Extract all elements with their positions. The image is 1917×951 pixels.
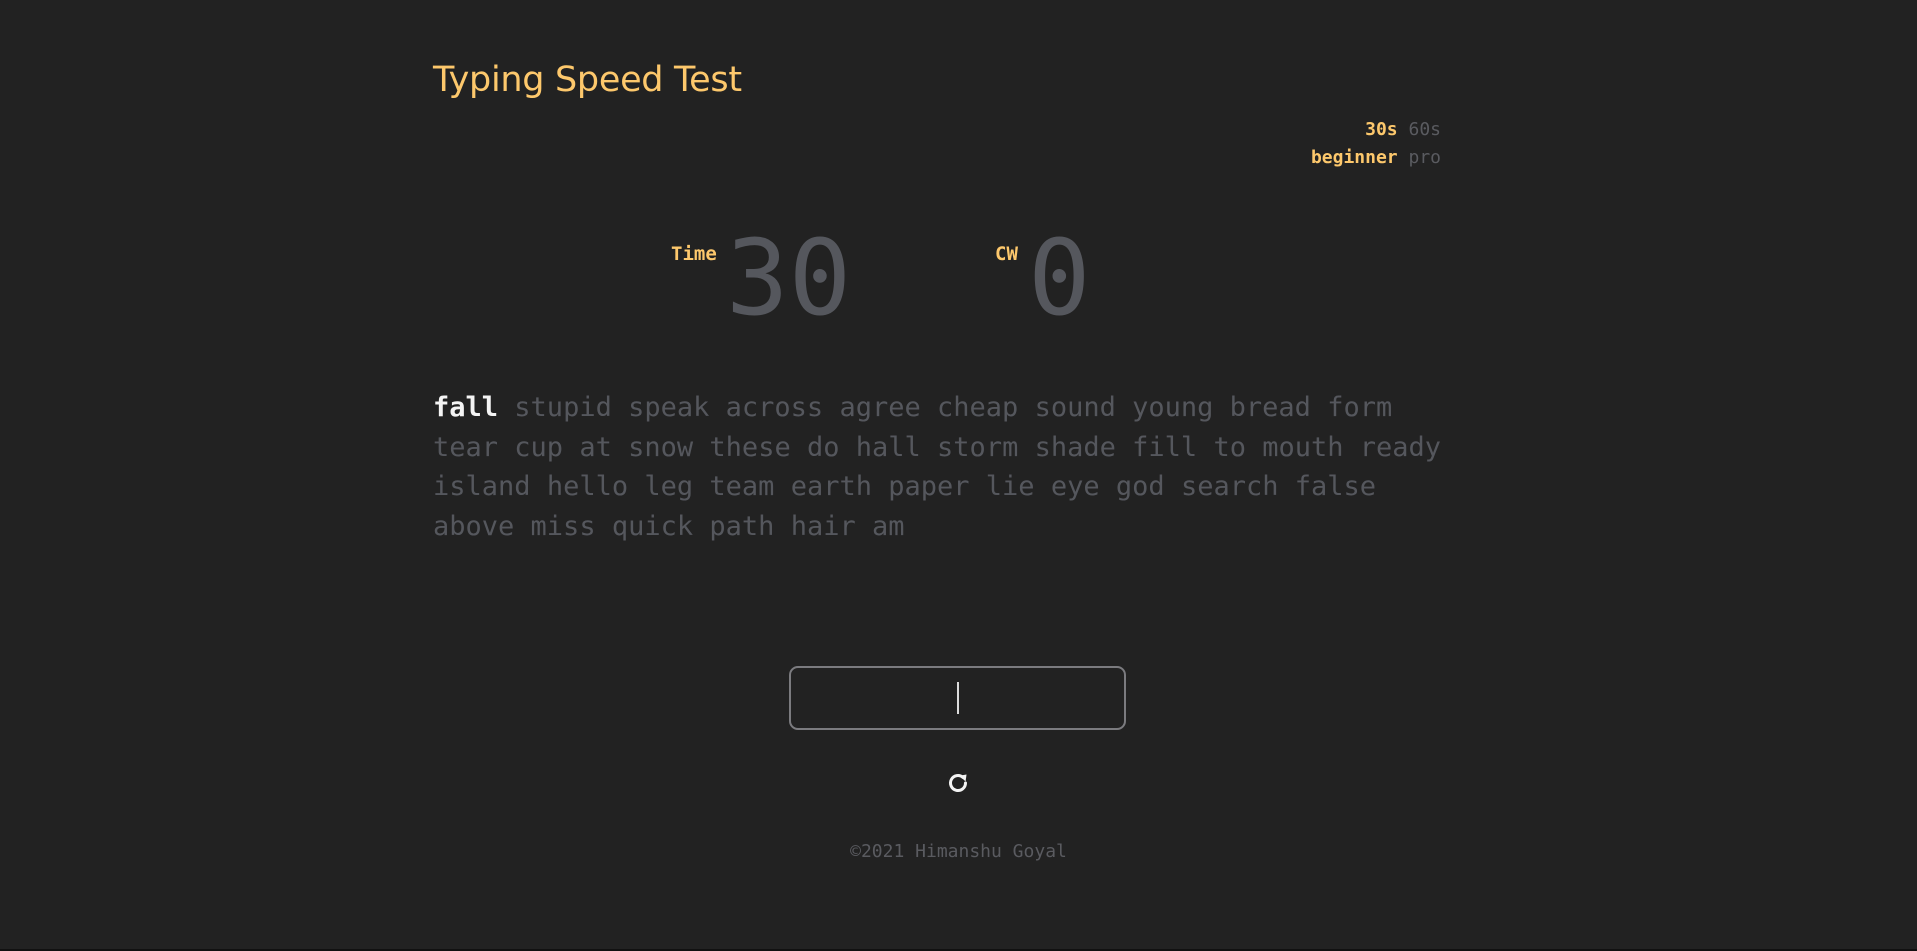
word: path — [709, 510, 775, 542]
word: team — [709, 471, 775, 502]
word: do — [806, 431, 840, 463]
word: form — [1327, 392, 1393, 423]
text-caret — [956, 682, 959, 714]
word: cup — [514, 431, 564, 463]
word: shade — [1034, 431, 1116, 463]
word: cheap — [937, 392, 1019, 423]
word: leg — [644, 471, 694, 502]
word: across — [725, 392, 824, 423]
reload-icon[interactable] — [946, 771, 970, 795]
typing-input[interactable] — [789, 666, 1126, 730]
word: young — [1132, 392, 1214, 423]
level-option-beginner[interactable]: beginner — [1311, 147, 1398, 168]
word: mouth — [1262, 431, 1344, 463]
word: earth — [790, 471, 872, 502]
time-value: 30 — [726, 217, 852, 339]
word: bread — [1229, 392, 1311, 423]
word: quick — [611, 510, 694, 542]
word: ready — [1359, 431, 1442, 463]
word-list: fall stupid speak across agree cheap sou… — [433, 388, 1443, 546]
word: to — [1213, 431, 1246, 463]
word: speak — [628, 392, 710, 423]
cw-value: 0 — [1028, 217, 1091, 339]
app-title: Typing Speed Test — [433, 60, 742, 100]
word: fill — [1132, 431, 1198, 463]
word: paper — [888, 471, 970, 502]
word: lie — [985, 471, 1035, 502]
word: eye — [1050, 471, 1100, 502]
time-option-30s[interactable]: 30s — [1365, 119, 1398, 140]
word: hello — [546, 471, 629, 502]
footer-copyright: ©2021 Himanshu Goyal — [850, 841, 1067, 862]
current-word: fall — [433, 392, 499, 423]
word: agree — [839, 392, 921, 423]
settings-panel: 30s 60s beginner pro — [1311, 116, 1441, 172]
word: am — [871, 510, 905, 542]
word: tear — [433, 431, 499, 463]
time-option-60s[interactable]: 60s — [1408, 119, 1441, 140]
time-options: 30s 60s — [1311, 116, 1441, 144]
word: at — [579, 431, 612, 463]
level-options: beginner pro — [1311, 144, 1441, 172]
word: hair — [790, 510, 856, 542]
word: search — [1180, 471, 1279, 502]
word: god — [1115, 471, 1165, 502]
word: storm — [937, 431, 1019, 463]
cw-label: CW — [995, 243, 1018, 265]
word: hall — [855, 431, 921, 463]
word: sound — [1034, 392, 1116, 423]
word: island — [433, 471, 531, 502]
word: false — [1294, 471, 1377, 502]
level-option-pro[interactable]: pro — [1408, 147, 1441, 168]
word: snow — [628, 431, 694, 463]
word: miss — [530, 510, 596, 542]
word: above — [433, 510, 515, 542]
word: stupid — [514, 392, 612, 423]
word: these — [709, 431, 791, 463]
time-label: Time — [671, 243, 717, 265]
